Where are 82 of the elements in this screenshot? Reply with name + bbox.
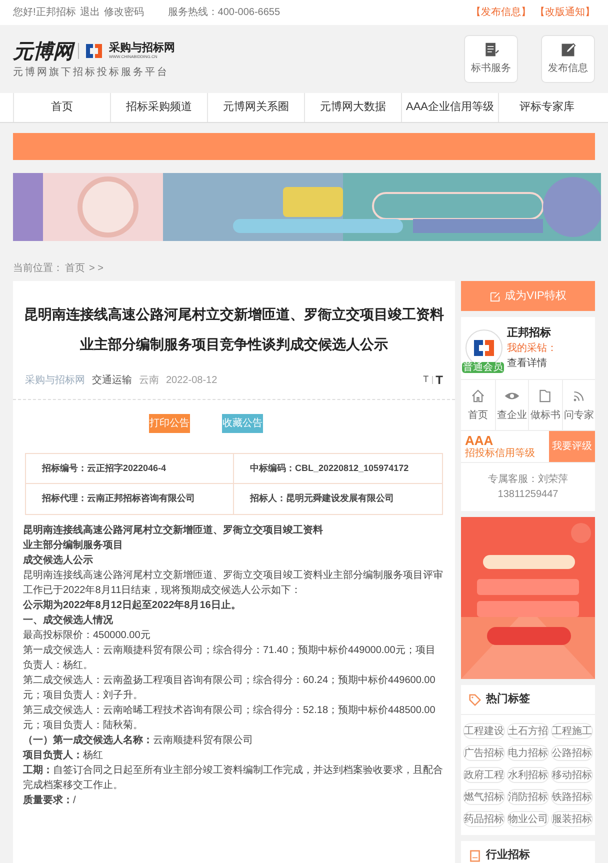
book-icon	[469, 850, 481, 862]
header-button[interactable]: 标书服务	[464, 35, 518, 83]
nav-link[interactable]: 元博网关系圈	[207, 93, 304, 122]
folder-icon	[537, 388, 554, 404]
notice-link[interactable]: 【改版通知】	[535, 5, 595, 20]
tag-link[interactable]: 移动招标	[551, 767, 593, 783]
notice-link[interactable]: 【发布信息】	[471, 5, 531, 20]
tag-link[interactable]: 水利招标	[507, 767, 549, 783]
quick-link[interactable]: 做标书	[528, 380, 562, 430]
meta-text: 交通运输	[92, 374, 132, 388]
account-link[interactable]: 退出	[80, 5, 100, 20]
body-paragraph: 最高投标限价：450000.00元	[23, 628, 152, 643]
user-name: 正邦招标	[507, 326, 552, 341]
credit-grade: AAA	[465, 434, 494, 448]
header-button[interactable]: 发布信息	[541, 35, 595, 83]
body-paragraph: 公示期为2022年8月12日起至2022年8月16日止。	[23, 598, 242, 613]
info-cell: 中标编码：CBL_20220812_105974172	[234, 454, 442, 484]
tag-link[interactable]: 电力招标	[507, 745, 549, 761]
quick-link[interactable]: 问专家	[562, 380, 595, 430]
member-badge: 普通会员	[462, 362, 504, 373]
tag-link[interactable]: 燃气招标	[463, 789, 505, 805]
tag-link[interactable]: 消防招标	[507, 789, 549, 805]
brand-logo-icon	[84, 42, 104, 60]
tag-link[interactable]: 广告招标	[463, 745, 505, 761]
body-paragraph: 质量要求：/	[23, 794, 77, 808]
body-paragraph: 业主部分编制服务项目	[23, 538, 124, 553]
tag-link[interactable]: 物业公司	[507, 811, 549, 827]
breadcrumb-label: 当前位置：	[13, 262, 63, 276]
meta-text: 云南	[139, 374, 159, 388]
credit-label: 招投标信用等级	[465, 448, 536, 460]
info-cell: 招标编号：云正招字2022046-4	[26, 454, 234, 484]
logo-text: 元博网	[13, 38, 73, 62]
meta-text: 2022-08-12	[166, 374, 218, 388]
hotline-text: 服务热线：400-006-6655	[168, 6, 280, 20]
brand-name: 采购与招标网	[109, 42, 175, 54]
edit-icon	[560, 42, 576, 58]
quick-link[interactable]: 首页	[461, 380, 494, 430]
article-title: 昆明南连接线高速公路河尾村立交新增匝道、罗衙立交项目竣工资料业主部分编制服务项目竞争性谈判成交候选人公示	[23, 305, 445, 354]
body-paragraph: 项目负责人：杨红	[23, 748, 104, 763]
account-link[interactable]: 修改密码	[104, 5, 144, 20]
nav-link[interactable]: 首页	[13, 93, 110, 122]
font-smaller-button[interactable]: T	[423, 373, 429, 387]
nav-link[interactable]: AAA企业信用等级	[401, 93, 498, 122]
tag-link[interactable]: 铁路招标	[551, 789, 593, 805]
tag-icon	[469, 694, 481, 706]
body-paragraph: 一、成交候选人情况	[23, 613, 114, 628]
breadcrumb-separator: > >	[89, 262, 104, 276]
body-paragraph: 第一成交候选人：云南顺捷科贸有限公司；综合得分：71.40；预期中标价449000.00元；项目负责人：杨红。	[23, 644, 436, 673]
body-paragraph: 成交候选人公示	[23, 553, 94, 568]
tag-link[interactable]: 政府工程	[463, 767, 505, 783]
body-paragraph: （一）第一成交候选人名称：云南顺捷科贸有限公司	[23, 733, 254, 748]
body-paragraph: 昆明南连接线高速公路河尾村立交新增匝道、罗衙立交项目竣工资料业主部分编制服务项目评审工作已于2022年8月11日结束，现将预期成交候选人公示如下：	[23, 568, 444, 598]
quick-link[interactable]: 查企业	[494, 380, 528, 430]
body-paragraph: 昆明南连接线高速公路河尾村立交新增匝道、罗衙立交项目竣工资料	[23, 523, 324, 538]
print-button[interactable]: 打印公告	[149, 414, 190, 433]
panel-title: 行业招标	[486, 848, 530, 863]
info-cell-text: 招标人：昆明元舜建设发展有限公司	[248, 492, 395, 506]
tagline-text: 元博网旗下招标投标服务平台	[13, 66, 170, 80]
nav-link[interactable]: 招标采购频道	[110, 93, 207, 122]
body-paragraph: 第三成交候选人：云南哈晞工程技术咨询有限公司；综合得分：52.18；预期中标价448500.00元；项目负责人：陆秋菊。	[23, 704, 436, 733]
font-larger-button[interactable]: T	[436, 371, 443, 389]
tag-link[interactable]: 土石方招	[507, 723, 549, 739]
info-cell: 招标代理：云南正邦招标咨询有限公司	[26, 484, 234, 514]
body-paragraph: 第二成交候选人：云南盈扬工程项目咨询有限公司；综合得分：60.24；预期中标价449600.00元；项目负责人：刘子升。	[23, 674, 436, 703]
nav-link[interactable]: 元博网大数据	[304, 93, 401, 122]
nav-link[interactable]: 评标专家库	[498, 93, 595, 122]
tag-link[interactable]: 工程施工	[551, 723, 593, 739]
source-link[interactable]: 采购与招标网	[25, 372, 85, 388]
document-icon	[483, 42, 499, 58]
tag-link[interactable]: 药品招标	[463, 811, 505, 827]
panel-title: 热门标签	[486, 692, 530, 708]
edit-icon	[490, 290, 501, 302]
service-contact: 专属客服：刘荣萍 13811259447	[461, 462, 595, 511]
details-link[interactable]: 查看详情	[507, 356, 547, 372]
tag-link[interactable]: 工程建设	[463, 723, 505, 739]
tag-link[interactable]: 服装招标	[551, 811, 593, 827]
greeting-text: 您好!正邦招标	[13, 6, 76, 20]
body-paragraph: 工期：自签订合同之日起至所有业主部分竣工资料编制工作完成，并达到档案验收要求，且配合完成档案移交工作止。	[23, 764, 444, 793]
tag-link[interactable]: 公路招标	[551, 745, 593, 761]
breadcrumb-link[interactable]: 首页	[65, 260, 85, 276]
wallet-label: 我的采钻：	[507, 342, 557, 356]
home-icon	[470, 388, 486, 404]
